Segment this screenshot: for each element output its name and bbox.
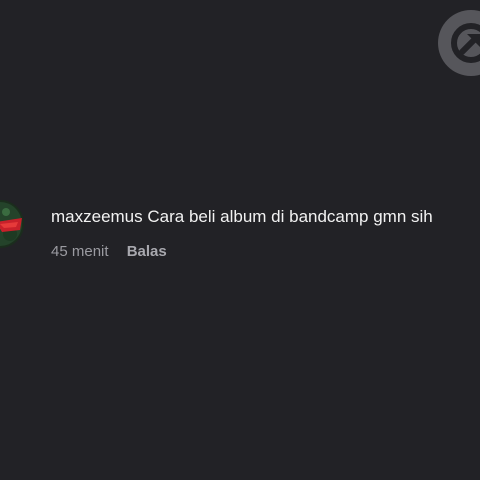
reply-button[interactable]: Balas [127,243,167,260]
comment-item: maxzeemus Cara beli album di bandcamp gm… [0,0,480,480]
comment-username[interactable]: maxzeemus [51,207,143,226]
user-avatar[interactable] [0,200,24,248]
comment-body: maxzeemus Cara beli album di bandcamp gm… [51,206,480,228]
comment-timestamp: 45 menit [51,243,109,260]
comment-meta: 45 menit Balas [51,242,167,262]
comment-text: Cara beli album di bandcamp gmn sih [147,207,433,226]
avatar-image [0,200,24,248]
